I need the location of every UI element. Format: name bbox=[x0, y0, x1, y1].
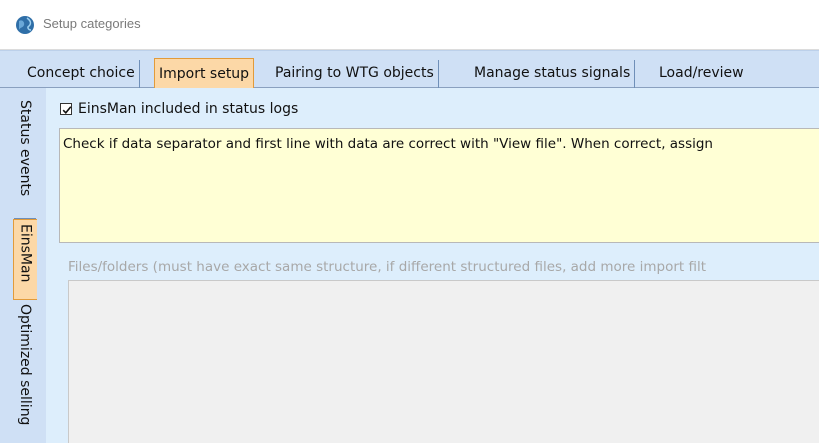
side-tab-strip: Status events EinsMan Optimized selling bbox=[0, 88, 46, 443]
title-bar: Setup categories bbox=[0, 0, 819, 50]
einsman-checkbox[interactable] bbox=[60, 103, 72, 115]
main-tab-strip: Concept choice Import setup Pairing to W… bbox=[0, 50, 819, 89]
instructions-text: Check if data separator and first line w… bbox=[63, 136, 713, 152]
tab-pairing-to-wtg-objects[interactable]: Pairing to WTG objects bbox=[271, 60, 439, 88]
einsman-checkbox-label: EinsMan included in status logs bbox=[78, 101, 299, 117]
tab-import-setup[interactable]: Import setup bbox=[154, 58, 255, 89]
tab-concept-choice[interactable]: Concept choice bbox=[23, 60, 140, 88]
side-tab-status-events[interactable]: Status events bbox=[14, 100, 36, 216]
window-title: Setup categories bbox=[43, 16, 141, 31]
side-tab-optimized-selling[interactable]: Optimized selling bbox=[14, 304, 36, 443]
side-tab-einsman[interactable]: EinsMan bbox=[13, 219, 37, 300]
instructions-box: Check if data separator and first line w… bbox=[59, 128, 819, 243]
tab-manage-status-signals[interactable]: Manage status signals bbox=[470, 60, 636, 88]
globe-icon bbox=[16, 16, 34, 34]
checkmark-icon bbox=[62, 106, 72, 114]
files-folders-list[interactable] bbox=[68, 280, 819, 443]
tab-load-review[interactable]: Load/review bbox=[655, 60, 748, 88]
files-folders-label: Files/folders (must have exact same stru… bbox=[68, 259, 707, 275]
import-setup-panel: EinsMan included in status logs Check if… bbox=[46, 88, 819, 443]
einsman-checkbox-row[interactable]: EinsMan included in status logs bbox=[60, 100, 298, 118]
